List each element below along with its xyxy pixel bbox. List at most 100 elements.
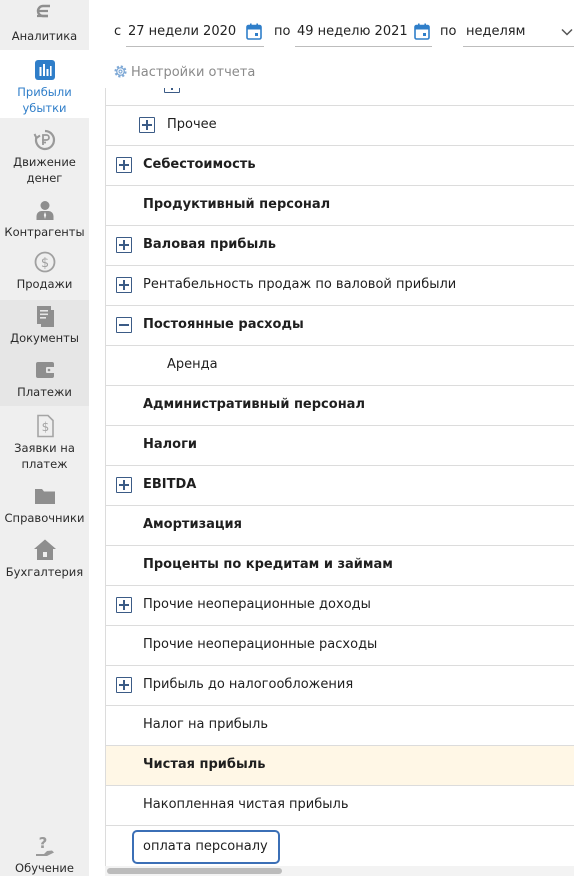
nav-directories-label: Справочники (4, 511, 85, 525)
nav-accounting-label: Бухгалтерия (5, 565, 84, 579)
row-label: Чистая прибыль (143, 757, 266, 772)
table-row[interactable]: Накопленная чистая прибыль (106, 786, 574, 826)
table-row[interactable]: Постоянные расходы (106, 306, 574, 346)
table-row[interactable]: Прочие неоперационные доходы (106, 586, 574, 626)
table-row[interactable]: EBITDA (106, 466, 574, 506)
from-period-field[interactable]: 27 недели 2020 (126, 18, 264, 47)
group-select-value: неделям (466, 24, 526, 39)
report-settings-link[interactable]: Настройки отчета (113, 64, 255, 80)
svg-text:$: $ (41, 420, 49, 434)
report-settings-label: Настройки отчета (131, 65, 256, 80)
table-row[interactable]: Аренда (106, 346, 574, 386)
nav-analytics-label: Аналитика (11, 29, 78, 43)
row-label: Прибыль до налогообложения (143, 677, 354, 692)
period-filters: с 27 недели 2020 по 49 неделю 2021 по не… (105, 18, 574, 48)
nav-money-flow-label: Движение денег (13, 155, 76, 185)
nav-learning[interactable]: ? Обучение (0, 834, 89, 876)
accounting-house-icon (33, 539, 56, 560)
table-row[interactable]: Прибыль до налогообложения (106, 666, 574, 706)
expand-icon[interactable] (139, 117, 155, 133)
nav-accounting[interactable]: Бухгалтерия (0, 538, 89, 580)
table-row[interactable]: Налоги (106, 426, 574, 466)
svg-text:?: ? (38, 834, 47, 852)
new-row-input[interactable] (143, 839, 273, 854)
nav-learning-label: Обучение (15, 861, 74, 875)
table-row[interactable]: Продуктивный персонал (106, 186, 574, 226)
row-label: Прочее (167, 117, 217, 132)
dollar-circle-icon: $ (34, 251, 55, 273)
table-row[interactable]: Административный персонал (106, 386, 574, 426)
gear-icon (114, 65, 127, 78)
row-label: Накопленная чистая прибыль (143, 797, 349, 812)
table-row[interactable]: Проценты по кредитам и займам (106, 546, 574, 586)
table-row[interactable]: Прочие неоперационные расходы (106, 626, 574, 666)
analytics-icon (36, 4, 50, 18)
nav-money-flow[interactable]: Движение денег (0, 128, 89, 186)
group-label: по (440, 24, 457, 39)
row-label: Проценты по кредитам и займам (143, 557, 393, 572)
to-period-value: 49 неделю 2021 (297, 24, 408, 39)
nav-sales[interactable]: $ Продажи (0, 250, 89, 294)
nav-profit-loss[interactable]: Прибыли убытки (0, 50, 89, 118)
nav-directories[interactable]: Справочники (0, 484, 89, 526)
row-label: Аренда (167, 357, 218, 372)
folder-icon (34, 489, 55, 504)
nav-payment-requests-label: Заявки на платеж (14, 441, 75, 471)
money-flow-icon (33, 129, 55, 151)
expand-icon[interactable] (116, 597, 132, 613)
row-label: Прочие неоперационные доходы (143, 597, 371, 612)
new-row-input-box[interactable] (132, 830, 280, 864)
help-icon: ? (35, 834, 54, 856)
expand-icon[interactable] (116, 237, 132, 253)
expand-icon[interactable] (116, 477, 132, 493)
row-label: Налоги (143, 437, 198, 452)
table-row[interactable]: Налог на прибыль (106, 706, 574, 746)
from-period-value: 27 недели 2020 (128, 24, 237, 39)
bar-chart-icon (34, 60, 55, 80)
nav-counterparties-label: Контрагенты (4, 225, 85, 239)
person-icon (36, 201, 53, 220)
row-label: Рентабельность продаж по валовой прибыли (143, 277, 457, 292)
documents-icon (36, 306, 54, 327)
group-select[interactable]: неделям (463, 18, 574, 47)
nav-analytics[interactable]: Аналитика (0, 2, 89, 48)
horizontal-scrollbar[interactable] (105, 866, 574, 876)
sidebar: Аналитика Прибыли убытки Движение денег … (0, 0, 89, 876)
chevron-down-icon (561, 28, 573, 36)
table-row[interactable]: Амортизация (106, 506, 574, 546)
row-label: Административный персонал (143, 397, 365, 412)
collapse-icon[interactable] (116, 317, 132, 333)
table-row[interactable]: Себестоимость (106, 146, 574, 186)
calendar-icon[interactable] (414, 23, 430, 40)
table-row[interactable]: Валовая прибыль (106, 226, 574, 266)
from-label: с (114, 24, 122, 39)
nav-payment-requests[interactable]: $ Заявки на платеж (0, 414, 89, 474)
row-label: Себестоимость (143, 157, 256, 172)
to-label: по (274, 24, 291, 39)
nav-counterparties[interactable]: Контрагенты (0, 198, 89, 242)
table-row-highlighted[interactable]: Чистая прибыль (106, 746, 574, 786)
row-label: EBITDA (143, 477, 197, 492)
table-row[interactable]: Рентабельность продаж по валовой прибыли (106, 266, 574, 306)
expand-icon[interactable] (116, 677, 132, 693)
nav-documents-label: Документы (10, 331, 79, 345)
expand-icon[interactable] (116, 277, 132, 293)
nav-payments[interactable]: Платежи (0, 352, 89, 406)
nav-payments-label: Платежи (17, 385, 72, 399)
report-table: Прочее Себестоимость Продуктивный персон… (105, 88, 574, 866)
row-label: Валовая прибыль (143, 237, 276, 252)
table-row (106, 88, 574, 106)
row-label: Продуктивный персонал (143, 197, 331, 212)
nav-sales-label: Продажи (16, 277, 73, 291)
row-label: Налог на прибыль (143, 717, 269, 732)
calendar-icon[interactable] (246, 23, 262, 40)
expand-icon[interactable] (116, 157, 132, 173)
wallet-icon (35, 362, 55, 378)
nav-documents[interactable]: Документы (0, 300, 89, 352)
table-row[interactable]: Прочее (106, 106, 574, 146)
to-period-field[interactable]: 49 неделю 2021 (295, 18, 432, 47)
scrollbar-thumb[interactable] (107, 868, 282, 874)
expand-icon[interactable] (164, 88, 180, 93)
row-label: Прочие неоперационные расходы (143, 637, 378, 652)
payment-request-icon: $ (36, 414, 54, 438)
